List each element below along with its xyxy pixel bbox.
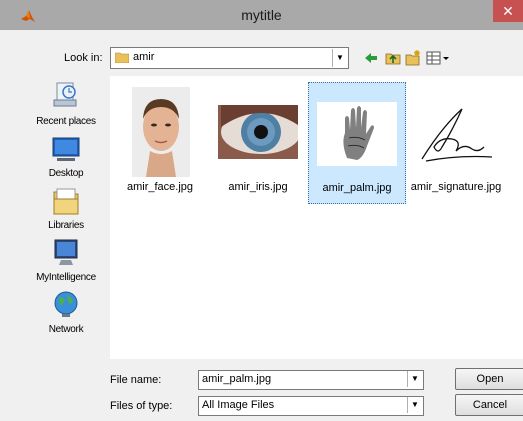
file-name-label: amir_palm.jpg	[322, 182, 392, 194]
file-name-label: amir_iris.jpg	[228, 181, 288, 193]
palm-image-thumbnail	[317, 102, 397, 166]
signature-image-thumbnail	[412, 103, 500, 169]
network-icon	[54, 291, 78, 317]
up-folder-icon[interactable]	[384, 49, 402, 67]
desktop-icon	[52, 137, 80, 161]
file-item[interactable]: amir_face.jpg	[112, 82, 208, 202]
file-name-label: amir_face.jpg	[126, 181, 194, 193]
file-name-label: amir_signature.jpg	[410, 181, 502, 193]
cancel-button[interactable]: Cancel	[455, 394, 523, 416]
file-type-field-label: Files of type:	[110, 400, 173, 412]
file-item-selected[interactable]: amir_palm.jpg	[308, 82, 406, 204]
file-name-value: amir_palm.jpg	[202, 373, 272, 385]
places-bar: Recent places Desktop Libraries MyIntell…	[26, 76, 106, 366]
file-name-field-label: File name:	[110, 374, 162, 386]
computer-icon	[54, 239, 78, 265]
open-button[interactable]: Open	[455, 368, 523, 390]
title-bar[interactable]: mytitle ✕	[0, 0, 523, 30]
libraries-icon	[53, 188, 79, 215]
view-menu-icon[interactable]	[426, 49, 450, 67]
file-item[interactable]: amir_signature.jpg	[406, 82, 506, 202]
chevron-down-icon[interactable]: ▼	[407, 371, 422, 387]
place-label: MyIntelligence	[36, 272, 96, 283]
place-desktop[interactable]: Desktop	[26, 132, 106, 179]
look-in-value: amir	[133, 51, 155, 63]
file-item[interactable]: amir_iris.jpg	[210, 82, 306, 202]
file-dialog: mytitle ✕ Look in: amir ▼ Recent places …	[0, 0, 523, 421]
place-libraries[interactable]: Libraries	[26, 184, 106, 231]
look-in-label: Look in:	[64, 52, 103, 64]
place-label: Network	[48, 324, 84, 335]
face-image-thumbnail	[132, 87, 190, 177]
place-label: Desktop	[48, 168, 84, 179]
place-myintelligence[interactable]: MyIntelligence	[26, 236, 106, 283]
place-recent-places[interactable]: Recent places	[26, 80, 106, 127]
file-name-input[interactable]: amir_palm.jpg ▼	[198, 370, 424, 390]
file-list[interactable]: amir_face.jpg amir_iris.jpg amir_palm.jp…	[110, 76, 523, 359]
close-button[interactable]: ✕	[493, 0, 523, 22]
chevron-down-icon[interactable]: ▼	[332, 49, 347, 67]
window-title: mytitle	[241, 7, 282, 23]
place-label: Recent places	[36, 116, 96, 127]
place-network[interactable]: Network	[26, 288, 106, 335]
look-in-dropdown[interactable]: amir ▼	[110, 47, 349, 69]
new-folder-icon[interactable]	[404, 49, 422, 67]
iris-image-thumbnail	[218, 105, 298, 159]
folder-icon	[115, 52, 129, 63]
chevron-down-icon[interactable]: ▼	[407, 397, 422, 413]
file-type-dropdown[interactable]: All Image Files ▼	[198, 396, 424, 416]
place-label: Libraries	[48, 220, 84, 231]
back-arrow-icon[interactable]	[362, 49, 380, 67]
recent-places-icon	[53, 82, 77, 107]
file-type-value: All Image Files	[202, 399, 275, 411]
